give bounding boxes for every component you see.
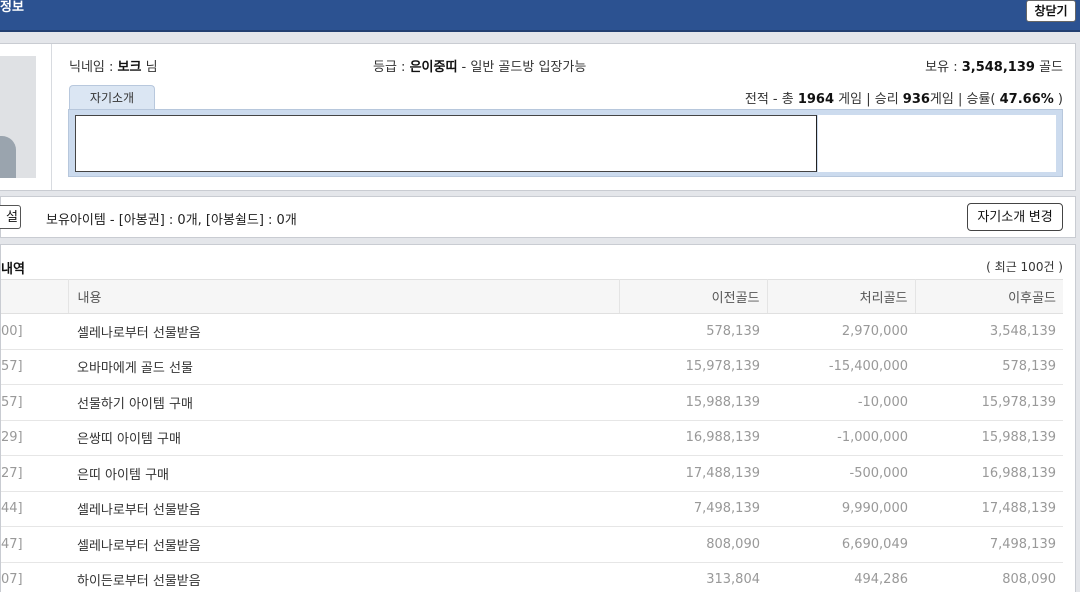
cell-after-gold: 808,090 [915,562,1063,592]
grade-label: 등급 : [373,60,410,75]
gold-unit: 골드 [1034,60,1063,75]
table-row: 44] 셀레나로부터 선물받음 7,498,139 9,990,000 17,4… [1,491,1063,527]
gold-history-panel: 내역 ( 최근 100건 ) 내용 이전골드 처리골드 이후골드 00] 셀레나… [0,244,1076,592]
cell-after-gold: 3,548,139 [915,313,1063,350]
cell-after-gold: 15,988,139 [915,420,1063,456]
record-total: 1964 [797,92,835,107]
cell-date: 07] [1,562,68,592]
cell-change-gold: -500,000 [767,455,915,492]
cell-after-gold: 7,498,139 [915,526,1063,563]
table-row: 29] 은쌍띠 아이템 구매 16,988,139 -1,000,000 15,… [1,420,1063,456]
record-stats: 전적 - 총 1964 게임 | 승리 936게임 | 승률( 47.66% ) [745,88,1063,107]
cell-date: 27] [1,455,68,492]
cell-content: 선물하기 아이템 구매 [68,384,619,421]
cell-before-gold: 808,090 [619,526,767,563]
gold-value: 3,548,139 [961,60,1035,75]
avatar [0,56,36,178]
column-header-after-gold: 이후골드 [915,279,1063,314]
grade-row: 등급 : 은이중띠 - 일반 골드방 입장가능 [373,56,586,75]
owned-items-text: 보유아이템 - [아봉권] : 0개, [아봉쉴드] : 0개 [46,213,297,228]
nickname-label: 닉네임 : [69,60,118,75]
cell-content: 셀레나로부터 선물받음 [68,313,619,350]
avatar-silhouette-icon [0,136,16,178]
table-row: 00] 셀레나로부터 선물받음 578,139 2,970,000 3,548,… [1,313,1063,350]
profile-photo-frame [0,44,52,190]
items-bar: 설정 보유아이템 - [아봉권] : 0개, [아봉쉴드] : 0개 자기소개 … [0,196,1076,238]
self-intro-side-area [818,115,1056,172]
cell-change-gold: -15,400,000 [767,349,915,385]
cell-content: 하이든로부터 선물받음 [68,562,619,592]
column-header-date [1,279,69,314]
history-count: ( 최근 100건 ) [986,260,1063,274]
cell-date: 57] [1,384,68,421]
record-mid: 게임 | 승리 [834,92,903,107]
record-win-rate: 47.66% [999,92,1054,107]
cell-content: 은띠 아이템 구매 [68,455,619,492]
grade-value: 은이중띠 [409,60,458,75]
history-title: 내역 [1,262,25,277]
gold-row: 보유 : 3,548,139 골드 [925,56,1063,75]
cell-change-gold: 6,690,049 [767,526,915,563]
cell-date: 47] [1,526,68,563]
column-header-content: 내용 [68,279,620,314]
cell-date: 00] [1,313,68,350]
cell-before-gold: 16,988,139 [619,420,767,456]
column-header-change-gold: 처리골드 [767,279,916,314]
table-row: 57] 선물하기 아이템 구매 15,988,139 -10,000 15,97… [1,384,1063,421]
cell-before-gold: 7,498,139 [619,491,767,527]
self-intro-field[interactable] [75,115,817,172]
table-row: 57] 오바마에게 골드 선물 15,978,139 -15,400,000 5… [1,349,1063,385]
nickname-row: 닉네임 : 보크 님 [69,56,158,75]
cell-content: 셀레나로부터 선물받음 [68,526,619,563]
record-suffix: ) [1053,92,1063,107]
close-window-button[interactable]: 창닫기 [1026,0,1076,22]
cell-after-gold: 15,978,139 [915,384,1063,421]
table-row: 27] 은띠 아이템 구매 17,488,139 -500,000 16,988… [1,455,1063,492]
history-table: 내용 이전골드 처리골드 이후골드 00] 셀레나로부터 선물받음 578,13… [1,279,1063,592]
cell-after-gold: 578,139 [915,349,1063,385]
record-mid2: 게임 | 승률( [929,92,1000,107]
grade-description: - 일반 골드방 입장가능 [457,60,587,75]
cell-before-gold: 15,988,139 [619,384,767,421]
change-intro-button[interactable]: 자기소개 변경 [967,203,1063,231]
record-prefix: 전적 - 총 [744,92,798,107]
title-bar: 정보 창닫기 [0,0,1080,32]
profile-panel: 닉네임 : 보크 님 등급 : 은이중띠 - 일반 골드방 입장가능 보유 : … [0,43,1076,191]
table-header-row: 내용 이전골드 처리골드 이후골드 [1,279,1063,314]
cell-content: 셀레나로부터 선물받음 [68,491,619,527]
record-wins: 936 [902,92,930,107]
column-header-before-gold: 이전골드 [619,279,768,314]
nickname-value: 보크 [117,60,142,75]
self-intro-box [68,109,1063,177]
cell-date: 44] [1,491,68,527]
window-title: 정보 [0,0,24,15]
cell-change-gold: -10,000 [767,384,915,421]
cell-after-gold: 17,488,139 [915,491,1063,527]
cell-content: 은쌍띠 아이템 구매 [68,420,619,456]
tab-self-intro[interactable]: 자기소개 [69,85,155,109]
cell-before-gold: 15,978,139 [619,349,767,385]
cell-change-gold: 9,990,000 [767,491,915,527]
cell-before-gold: 17,488,139 [619,455,767,492]
cell-date: 57] [1,349,68,385]
settings-button[interactable]: 설정 [0,205,21,229]
cell-change-gold: -1,000,000 [767,420,915,456]
cell-content: 오바마에게 골드 선물 [68,349,619,385]
cell-change-gold: 494,286 [767,562,915,592]
cell-before-gold: 313,804 [619,562,767,592]
table-row: 07] 하이든로부터 선물받음 313,804 494,286 808,090 [1,562,1063,592]
nickname-suffix: 님 [141,60,158,75]
table-row: 47] 셀레나로부터 선물받음 808,090 6,690,049 7,498,… [1,526,1063,563]
gold-label: 보유 : [925,60,962,75]
cell-before-gold: 578,139 [619,313,767,350]
cell-after-gold: 16,988,139 [915,455,1063,492]
cell-change-gold: 2,970,000 [767,313,915,350]
cell-date: 29] [1,420,68,456]
